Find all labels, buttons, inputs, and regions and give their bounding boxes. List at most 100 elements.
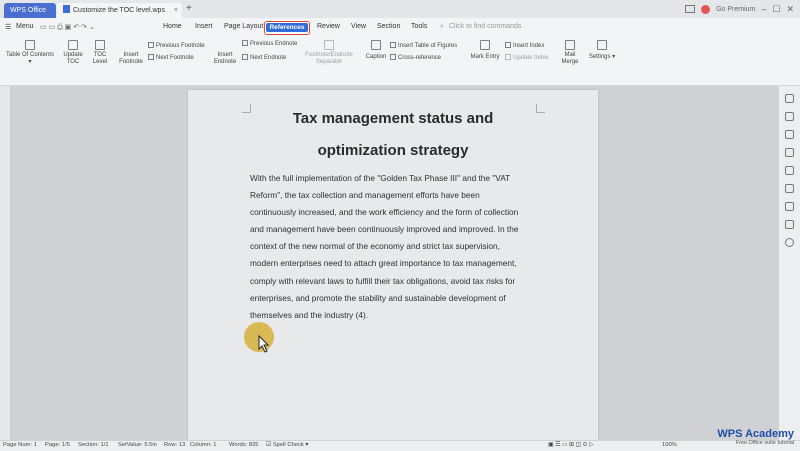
update-index-button[interactable]: Update Index [505,54,549,61]
command-search[interactable]: Click to find commands [449,23,521,30]
close-window-icon[interactable]: ✕ [786,4,794,15]
update-toc-icon [68,40,78,50]
insert-footnote-label-1: Insert [123,52,139,58]
insert-endnote-label-2: Endnote [213,59,237,65]
update-index-icon [505,54,511,60]
body-line: comply with relevant laws to fulfill the… [250,275,516,286]
insert-endnote-label-1: Insert [217,52,233,58]
new-tab-button[interactable]: + [186,3,192,14]
window-controls: Go Premium – ☐ ✕ [685,3,794,15]
toc-label: Table Of Contents [5,52,55,58]
update-index-label: Update Index [513,55,549,61]
body-line: themselves and the industry (4). [250,309,369,320]
toc-level-label-1: TOC [93,52,107,58]
tab-references-label: References [266,23,308,32]
document-tab-label: Customize the TOC level.wps [73,7,165,14]
document-title-line-1: Tax management status and [292,110,494,127]
status-page[interactable]: Page: 1/5 [45,442,70,448]
caption-button[interactable]: Caption [364,40,388,61]
mark-entry-icon [480,40,490,50]
separator-label-1: Footnote/Endnote [305,52,353,58]
insert-index-label: Insert Index [513,43,545,49]
body-line: With the full implementation of the "Gol… [250,173,511,183]
next-footnote-icon [148,54,154,60]
settings-label: Settings [588,54,611,60]
status-words[interactable]: Words: 825 [229,442,259,448]
next-endnote-button[interactable]: Next Endnote [242,54,286,61]
table-of-contents-button[interactable]: Table Of Contents ▾ [4,40,56,66]
document-icon [63,5,70,13]
previous-footnote-label: Previous Footnote [156,43,205,49]
settings-icon [597,40,607,50]
spell-check-button[interactable]: ☑ Spell Check ▾ [266,442,308,448]
footnote-endnote-separator-button[interactable]: Footnote/Endnote Separator [300,40,358,66]
previous-endnote-button[interactable]: Previous Endnote [242,40,297,47]
insert-index-button[interactable]: Insert Index [505,42,544,49]
status-section[interactable]: Section: 1/1 [78,442,109,448]
toc-level-icon [95,40,105,50]
settings-button[interactable]: Settings ▾ [586,40,618,61]
status-page-num[interactable]: Page Num: 1 [3,442,37,448]
quick-access-icons[interactable]: ▭ ▭ ⎙ ▣ ↶ ↷ ⌄ [40,23,95,32]
tab-tools[interactable]: Tools [411,23,427,30]
hamburger-icon[interactable]: ☰ [5,23,11,31]
share-icon[interactable] [785,202,794,211]
avatar[interactable] [701,4,711,14]
status-bar: Page Num: 1 Page: 1/5 Section: 1/1 SetVa… [0,440,800,451]
title-bar: WPS Office Customize the TOC level.wps ×… [0,0,800,18]
tab-home[interactable]: Home [163,23,182,30]
tab-insert[interactable]: Insert [195,23,213,30]
toc-level-button[interactable]: TOC Level [88,40,112,66]
tab-view[interactable]: View [351,23,366,30]
edit-icon[interactable] [785,166,794,175]
update-toc-button[interactable]: Update TOC [60,40,86,66]
separator-label-2: Separator [315,59,343,65]
insert-table-of-figures-label: Insert Table of Figures [398,43,458,49]
toc-icon [25,40,35,50]
tab-review[interactable]: Review [317,23,340,30]
zoom-level[interactable]: 100% [662,442,677,448]
next-footnote-button[interactable]: Next Footnote [148,54,194,61]
minimize-icon[interactable]: – [761,4,766,14]
status-row[interactable]: Row: 13 [164,442,185,448]
tab-page-layout[interactable]: Page Layout [224,23,263,30]
previous-endnote-icon [242,40,248,46]
search-icon: ⌕ [440,23,444,30]
tab-references[interactable]: References [264,21,310,35]
wps-academy-tagline: Free Office suite tutorial [735,440,794,446]
document-title-line-2: optimization strategy [317,142,469,159]
insert-footnote-button[interactable]: Insert Footnote [116,52,146,66]
wps-office-tab[interactable]: WPS Office [4,3,56,18]
document-tab[interactable]: Customize the TOC level.wps × [57,3,182,18]
code-icon[interactable] [785,184,794,193]
status-column[interactable]: Column: 1 [190,442,216,448]
body-line: Reform", the tax collection and manageme… [250,190,480,201]
previous-endnote-label: Previous Endnote [250,41,298,47]
tab-section[interactable]: Section [377,23,400,30]
toc-level-label-2: Level [92,59,108,65]
backup-icon[interactable] [785,220,794,229]
layout-icon[interactable] [685,5,696,13]
view-mode-icons[interactable]: ▣ ☰ ▭ ⊞ ◫ ⊙ ▷ [548,442,593,448]
menu-button[interactable]: Menu [16,23,34,30]
sidebar-tool-icon[interactable] [785,94,794,103]
select-icon[interactable] [785,112,794,121]
style-icon[interactable] [785,148,794,157]
go-premium-link[interactable]: Go Premium [716,6,755,13]
body-line: modern enterprises need to attach great … [250,258,517,269]
mark-entry-button[interactable]: Mark Entry [468,40,502,61]
maximize-icon[interactable]: ☐ [772,4,780,15]
insert-endnote-button[interactable]: Insert Endnote [210,52,240,66]
previous-footnote-button[interactable]: Previous Footnote [148,42,205,49]
insert-footnote-label-2: Footnote [119,59,143,65]
mail-merge-button[interactable]: Mail Merge [558,40,582,66]
close-tab-icon[interactable]: × [174,3,178,18]
document-page[interactable]: Tax management status and optimization s… [188,90,598,440]
help-icon[interactable] [785,238,794,247]
status-setvalue[interactable]: SetValue: 5.5in [118,442,157,448]
wps-academy-brand: WPS Academy [717,428,794,440]
cross-reference-button[interactable]: Cross-reference [390,54,441,61]
format-icon[interactable] [785,130,794,139]
body-line: enterprises, and promote the stability a… [250,292,506,303]
insert-table-of-figures-button[interactable]: Insert Table of Figures [390,42,457,49]
